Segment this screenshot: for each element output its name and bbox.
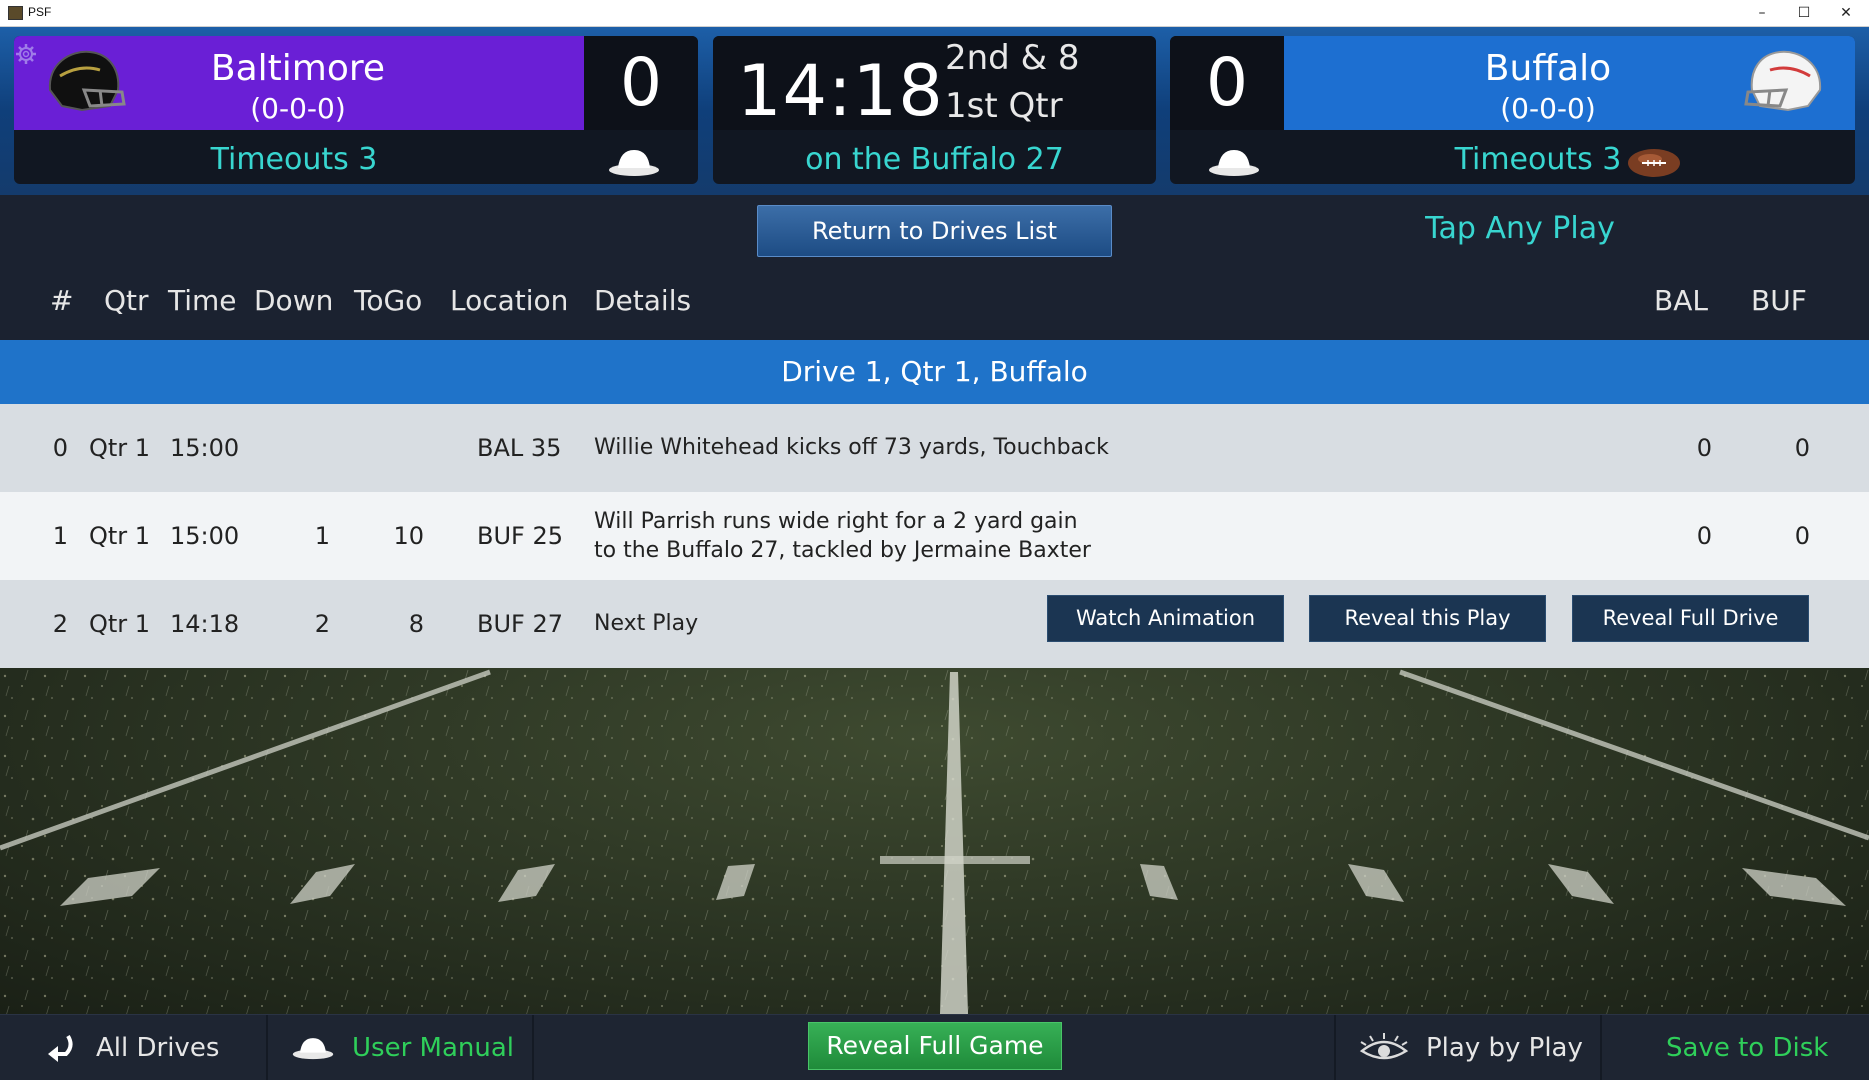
play-bal-score: 0 xyxy=(1696,434,1712,462)
reveal-drive-button[interactable]: Reveal Full Drive xyxy=(1572,595,1809,642)
column-header-qtr: Qtr xyxy=(104,284,149,317)
table-row[interactable]: 0 Qtr 1 15:00 BAL 35 Willie Whitehead ki… xyxy=(0,404,1869,492)
home-score: 0 xyxy=(584,36,698,130)
close-button[interactable]: ✕ xyxy=(1825,0,1867,27)
watch-animation-button[interactable]: Watch Animation xyxy=(1047,595,1284,642)
table-row[interactable]: 1 Qtr 1 15:00 1 10 BUF 25 Will Parrish r… xyxy=(0,492,1869,580)
play-details-line: to the Buffalo 27, tackled by Jermaine B… xyxy=(594,538,1091,563)
play-details: Next Play xyxy=(594,611,699,636)
app-icon xyxy=(8,6,23,20)
column-header-down: Down xyxy=(254,284,334,317)
window-titlebar: PSF – ☐ ✕ xyxy=(0,0,1869,27)
maximize-button[interactable]: ☐ xyxy=(1783,0,1825,27)
toolbar-divider xyxy=(1600,1015,1602,1080)
home-timeouts: Timeouts 3 xyxy=(210,142,378,177)
column-header-details: Details xyxy=(594,284,692,317)
scoreboard: Baltimore (0-0-0) 0 Timeouts 3 14:18 2nd… xyxy=(0,27,1869,195)
gear-icon[interactable] xyxy=(14,42,38,66)
reveal-full-game-button[interactable]: Reveal Full Game xyxy=(808,1022,1062,1070)
play-location: BUF 25 xyxy=(477,522,564,550)
ball-location: on the Buffalo 27 xyxy=(805,142,1064,177)
column-header-time: Time xyxy=(168,284,237,317)
play-qtr: Qtr 1 xyxy=(89,610,151,638)
back-arrow-icon xyxy=(48,1034,73,1062)
away-team-panel: 0 Buffalo (0-0-0) Timeouts 3 xyxy=(1170,36,1855,184)
play-down xyxy=(300,404,330,492)
game-clock-panel: 14:18 2nd & 8 1st Qtr on the Buffalo 27 xyxy=(713,36,1156,184)
play-time: 14:18 xyxy=(170,610,240,638)
play-togo: 8 xyxy=(408,610,424,638)
play-buf-score: 0 xyxy=(1794,522,1810,550)
football-icon xyxy=(1628,149,1680,177)
play-buf-score: 0 xyxy=(1794,434,1810,462)
home-team-record: (0-0-0) xyxy=(250,92,346,125)
all-drives-label: All Drives xyxy=(96,1033,220,1063)
all-drives-button[interactable]: All Drives xyxy=(0,1015,266,1080)
play-down: 2 xyxy=(314,610,330,638)
column-header-bal: BAL xyxy=(1654,284,1708,317)
play-togo xyxy=(380,404,424,492)
home-team-header: Baltimore (0-0-0) xyxy=(14,36,584,130)
eye-icon xyxy=(1359,1033,1409,1060)
play-bal-score: 0 xyxy=(1696,522,1712,550)
bottom-toolbar: All Drives User Manual Reveal Full Game xyxy=(0,1014,1869,1080)
quarter-label: 1st Qtr xyxy=(945,86,1063,126)
user-manual-button[interactable]: User Manual xyxy=(268,1015,532,1080)
hat-icon xyxy=(609,150,659,176)
play-number: 2 xyxy=(52,610,68,638)
return-to-drives-button[interactable]: Return to Drives List xyxy=(757,205,1112,257)
drive-banner: Drive 1, Qtr 1, Buffalo xyxy=(0,340,1869,404)
away-team-record: (0-0-0) xyxy=(1500,92,1596,125)
field-background xyxy=(0,668,1869,1014)
play-togo: 10 xyxy=(393,522,424,550)
play-location: BUF 27 xyxy=(477,610,564,638)
play-list-header: Return to Drives List Tap Any Play # Qtr… xyxy=(0,195,1869,340)
tap-any-play-hint: Tap Any Play xyxy=(1425,211,1615,246)
save-to-disk-button[interactable]: Save to Disk xyxy=(1666,1015,1828,1080)
play-location: BAL 35 xyxy=(477,434,562,462)
away-team-name: Buffalo xyxy=(1484,48,1612,89)
away-team-header: Buffalo (0-0-0) xyxy=(1284,36,1855,130)
play-by-play-button[interactable]: Play by Play xyxy=(1336,1015,1600,1080)
down-and-distance: 2nd & 8 xyxy=(945,38,1080,78)
window-title: PSF xyxy=(28,5,52,19)
column-header-location: Location xyxy=(450,284,569,317)
minimize-button[interactable]: – xyxy=(1741,0,1783,27)
helmet-icon xyxy=(1744,50,1822,112)
column-header-buf: BUF xyxy=(1751,284,1807,317)
toolbar-divider xyxy=(532,1015,534,1080)
hat-icon xyxy=(292,1038,334,1060)
play-details: Will Parrish runs wide right for a 2 yar… xyxy=(594,507,1091,567)
reveal-play-button[interactable]: Reveal this Play xyxy=(1309,595,1546,642)
column-header-togo: ToGo xyxy=(354,284,423,317)
away-score: 0 xyxy=(1170,36,1284,130)
play-by-play-label: Play by Play xyxy=(1426,1033,1583,1063)
play-down: 1 xyxy=(314,522,330,550)
hat-icon xyxy=(1209,150,1259,176)
play-qtr: Qtr 1 xyxy=(89,522,151,550)
play-details: Willie Whitehead kicks off 73 yards, Tou… xyxy=(594,435,1109,460)
app-window: PSF – ☐ ✕ Baltimore (0-0-0) 0 Timeouts 3… xyxy=(0,0,1869,1080)
home-team-panel: Baltimore (0-0-0) 0 Timeouts 3 xyxy=(14,36,698,184)
play-time: 15:00 xyxy=(170,434,240,462)
game-clock: 14:18 xyxy=(737,50,944,132)
play-number: 0 xyxy=(52,434,68,462)
play-qtr: Qtr 1 xyxy=(89,434,151,462)
play-details-line: Will Parrish runs wide right for a 2 yar… xyxy=(594,509,1078,534)
field-lines-graphic xyxy=(0,668,1869,1014)
user-manual-label: User Manual xyxy=(352,1033,515,1063)
column-header-number: # xyxy=(50,284,74,317)
play-time: 15:00 xyxy=(170,522,240,550)
home-team-name: Baltimore xyxy=(210,48,386,89)
table-row[interactable]: 2 Qtr 1 14:18 2 8 BUF 27 Next Play Watch… xyxy=(0,580,1869,668)
play-number: 1 xyxy=(52,522,68,550)
